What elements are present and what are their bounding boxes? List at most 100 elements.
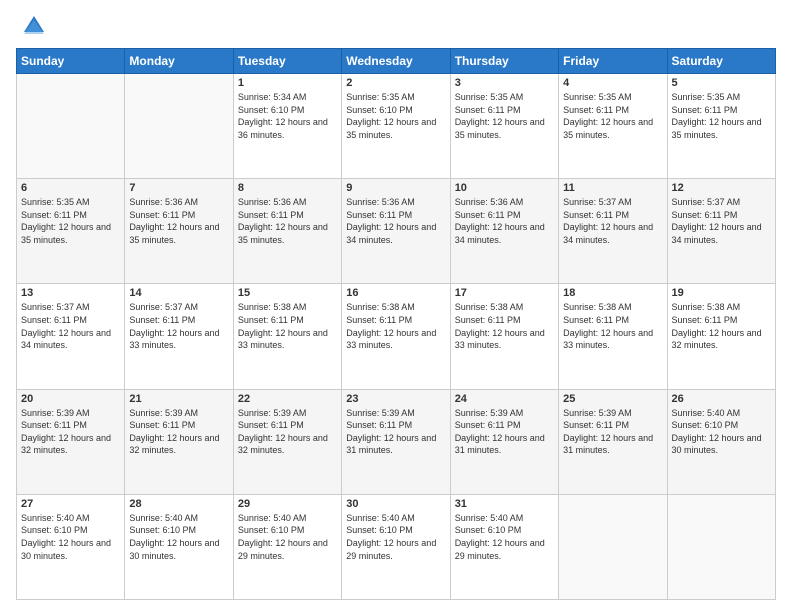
day-info: Sunrise: 5:39 AMSunset: 6:11 PMDaylight:… [346, 407, 445, 457]
calendar-cell: 8 Sunrise: 5:36 AMSunset: 6:11 PMDaylight… [233, 179, 341, 284]
calendar-cell: 21 Sunrise: 5:39 AMSunset: 6:11 PMDayligh… [125, 389, 233, 494]
calendar-cell: 24Sunrise: 5:39 AMSunset: 6:11 PMDayligh… [450, 389, 558, 494]
calendar-cell [559, 494, 667, 599]
calendar-cell [667, 494, 775, 599]
day-info: Sunrise: 5:40 AMSunset: 6:10 PMDaylight:… [346, 512, 445, 562]
day-number: 13 [21, 287, 120, 299]
calendar-cell: 16 Sunrise: 5:38 AMSunset: 6:11 PMDayligh… [342, 284, 450, 389]
calendar-cell: 29Sunrise: 5:40 AMSunset: 6:10 PMDayligh… [233, 494, 341, 599]
day-number: 4 [563, 77, 662, 89]
day-number: 31 [455, 498, 554, 510]
calendar-cell: 26 Sunrise: 5:40 AMSunset: 6:10 PMDayligh… [667, 389, 775, 494]
day-info: Sunrise: 5:36 AMSunset: 6:11 PMDaylight:… [455, 196, 554, 246]
weekday-header-sunday: Sunday [17, 49, 125, 74]
day-number: 8 [238, 182, 337, 194]
day-number: 20 [21, 393, 120, 405]
day-info: Sunrise: 5:40 AMSunset: 6:10 PMDaylight:… [672, 407, 771, 457]
weekday-header-monday: Monday [125, 49, 233, 74]
calendar-cell: 7 Sunrise: 5:36 AMSunset: 6:11 PMDaylight… [125, 179, 233, 284]
calendar-cell: 13 Sunrise: 5:37 AMSunset: 6:11 PMDayligh… [17, 284, 125, 389]
day-number: 6 [21, 182, 120, 194]
calendar-cell: 27Sunrise: 5:40 AMSunset: 6:10 PMDayligh… [17, 494, 125, 599]
calendar-week-row: 1Sunrise: 5:34 AMSunset: 6:10 PMDaylight… [17, 74, 776, 179]
day-info: Sunrise: 5:38 AMSunset: 6:11 PMDaylight:… [563, 301, 662, 351]
day-info: Sunrise: 5:39 AMSunset: 6:11 PMDaylight:… [563, 407, 662, 457]
day-number: 24 [455, 393, 554, 405]
calendar-cell: 14 Sunrise: 5:37 AMSunset: 6:11 PMDayligh… [125, 284, 233, 389]
calendar-week-row: 13 Sunrise: 5:37 AMSunset: 6:11 PMDayligh… [17, 284, 776, 389]
calendar-cell: 25 Sunrise: 5:39 AMSunset: 6:11 PMDayligh… [559, 389, 667, 494]
calendar-cell: 20 Sunrise: 5:39 AMSunset: 6:11 PMDayligh… [17, 389, 125, 494]
day-info: Sunrise: 5:35 AMSunset: 6:11 PMDaylight:… [672, 91, 771, 141]
day-info: Sunrise: 5:35 AMSunset: 6:11 PMDaylight:… [21, 196, 120, 246]
day-info: Sunrise: 5:37 AMSunset: 6:11 PMDaylight:… [563, 196, 662, 246]
calendar-week-row: 6 Sunrise: 5:35 AMSunset: 6:11 PMDaylight… [17, 179, 776, 284]
day-info: Sunrise: 5:38 AMSunset: 6:11 PMDaylight:… [346, 301, 445, 351]
day-number: 10 [455, 182, 554, 194]
day-number: 28 [129, 498, 228, 510]
day-number: 2 [346, 77, 445, 89]
header [16, 12, 776, 40]
day-number: 1 [238, 77, 337, 89]
day-info: Sunrise: 5:37 AMSunset: 6:11 PMDaylight:… [129, 301, 228, 351]
calendar-cell: 10 Sunrise: 5:36 AMSunset: 6:11 PMDayligh… [450, 179, 558, 284]
day-info: Sunrise: 5:36 AMSunset: 6:11 PMDaylight:… [129, 196, 228, 246]
day-number: 12 [672, 182, 771, 194]
day-number: 19 [672, 287, 771, 299]
day-number: 30 [346, 498, 445, 510]
day-number: 11 [563, 182, 662, 194]
day-number: 7 [129, 182, 228, 194]
calendar-cell: 2 Sunrise: 5:35 AMSunset: 6:10 PMDaylight… [342, 74, 450, 179]
day-info: Sunrise: 5:37 AMSunset: 6:11 PMDaylight:… [21, 301, 120, 351]
day-number: 14 [129, 287, 228, 299]
day-info: Sunrise: 5:35 AMSunset: 6:11 PMDaylight:… [563, 91, 662, 141]
day-info: Sunrise: 5:39 AMSunset: 6:11 PMDaylight:… [129, 407, 228, 457]
day-info: Sunrise: 5:36 AMSunset: 6:11 PMDaylight:… [238, 196, 337, 246]
day-info: Sunrise: 5:38 AMSunset: 6:11 PMDaylight:… [455, 301, 554, 351]
calendar-cell: 17 Sunrise: 5:38 AMSunset: 6:11 PMDayligh… [450, 284, 558, 389]
day-number: 26 [672, 393, 771, 405]
logo-icon [20, 12, 48, 40]
calendar-cell: 31 Sunrise: 5:40 AMSunset: 6:10 PMDayligh… [450, 494, 558, 599]
calendar-cell: 23 Sunrise: 5:39 AMSunset: 6:11 PMDayligh… [342, 389, 450, 494]
day-number: 9 [346, 182, 445, 194]
calendar-cell: 6 Sunrise: 5:35 AMSunset: 6:11 PMDaylight… [17, 179, 125, 284]
calendar-cell: 30 Sunrise: 5:40 AMSunset: 6:10 PMDayligh… [342, 494, 450, 599]
day-number: 15 [238, 287, 337, 299]
weekday-header-friday: Friday [559, 49, 667, 74]
day-number: 18 [563, 287, 662, 299]
calendar-cell: 15 Sunrise: 5:38 AMSunset: 6:11 PMDayligh… [233, 284, 341, 389]
logo [16, 12, 48, 40]
day-info: Sunrise: 5:39 AMSunset: 6:11 PMDaylight:… [21, 407, 120, 457]
calendar-cell: 19 Sunrise: 5:38 AMSunset: 6:11 PMDayligh… [667, 284, 775, 389]
calendar-cell: 18 Sunrise: 5:38 AMSunset: 6:11 PMDayligh… [559, 284, 667, 389]
day-number: 3 [455, 77, 554, 89]
day-info: Sunrise: 5:38 AMSunset: 6:11 PMDaylight:… [672, 301, 771, 351]
day-info: Sunrise: 5:35 AMSunset: 6:10 PMDaylight:… [346, 91, 445, 141]
calendar-cell: 1Sunrise: 5:34 AMSunset: 6:10 PMDaylight… [233, 74, 341, 179]
day-info: Sunrise: 5:40 AMSunset: 6:10 PMDaylight:… [129, 512, 228, 562]
weekday-header-tuesday: Tuesday [233, 49, 341, 74]
calendar-cell: 4 Sunrise: 5:35 AMSunset: 6:11 PMDaylight… [559, 74, 667, 179]
page: SundayMondayTuesdayWednesdayThursdayFrid… [0, 0, 792, 612]
day-info: Sunrise: 5:40 AMSunset: 6:10 PMDaylight:… [455, 512, 554, 562]
day-number: 21 [129, 393, 228, 405]
day-info: Sunrise: 5:36 AMSunset: 6:11 PMDaylight:… [346, 196, 445, 246]
calendar-cell: 28 Sunrise: 5:40 AMSunset: 6:10 PMDayligh… [125, 494, 233, 599]
day-info: Sunrise: 5:38 AMSunset: 6:11 PMDaylight:… [238, 301, 337, 351]
calendar-cell: 22Sunrise: 5:39 AMSunset: 6:11 PMDayligh… [233, 389, 341, 494]
calendar-week-row: 27 Sunrise: 5:40 AMSunset: 6:10 PMDayligh… [17, 494, 776, 599]
day-info: Sunrise: 5:40 AMSunset: 6:10 PMDaylight:… [238, 512, 337, 562]
calendar-table: SundayMondayTuesdayWednesdayThursdayFrid… [16, 48, 776, 600]
calendar-cell [125, 74, 233, 179]
weekday-header-row: SundayMondayTuesdayWednesdayThursdayFrid… [17, 49, 776, 74]
day-number: 17 [455, 287, 554, 299]
day-number: 25 [563, 393, 662, 405]
day-number: 23 [346, 393, 445, 405]
day-number: 16 [346, 287, 445, 299]
day-number: 27 [21, 498, 120, 510]
day-info: Sunrise: 5:35 AMSunset: 6:11 PMDaylight:… [455, 91, 554, 141]
calendar-cell: 5 Sunrise: 5:35 AMSunset: 6:11 PMDaylight… [667, 74, 775, 179]
day-info: Sunrise: 5:37 AMSunset: 6:11 PMDaylight:… [672, 196, 771, 246]
day-number: 5 [672, 77, 771, 89]
